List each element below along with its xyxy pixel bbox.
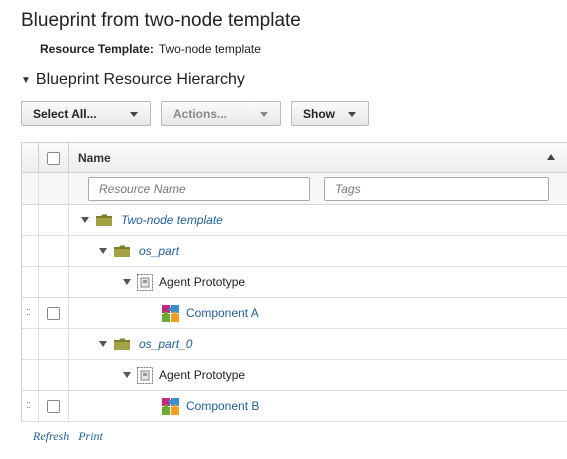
tree-item: Two-node template [81, 205, 223, 235]
check-cell [39, 360, 69, 390]
table-row[interactable]: os_part_0 [22, 329, 567, 360]
drag-handle-icon[interactable]: :: [26, 307, 31, 318]
check-cell [39, 205, 69, 235]
table-row[interactable]: os_part [22, 236, 567, 267]
drag-handle-icon[interactable]: :: [26, 400, 31, 411]
table-row[interactable]: :: Component B [22, 391, 567, 422]
expand-triangle-icon[interactable] [99, 341, 107, 347]
tree-item: Agent Prototype [123, 360, 245, 390]
collapse-triangle-icon: ▼ [21, 74, 31, 86]
drag-cell [22, 329, 39, 359]
tree-item: Component A [161, 298, 259, 328]
drag-cell [22, 205, 39, 235]
header-drag-cell [22, 143, 39, 172]
show-label: Show [303, 106, 335, 121]
check-cell [39, 236, 69, 266]
row-checkbox[interactable] [47, 307, 60, 320]
component-icon [162, 397, 179, 415]
filter-cell [69, 173, 567, 204]
filter-drag-cell [22, 173, 39, 204]
drag-cell: :: [22, 391, 39, 421]
section-title: Blueprint Resource Hierarchy [35, 71, 245, 88]
folder-icon [96, 214, 112, 226]
row-checkbox[interactable] [47, 400, 60, 413]
tree-item: os_part [99, 236, 179, 266]
grid-filter-row [22, 173, 567, 205]
tree-item: Component B [161, 391, 259, 421]
name-cell: Two-node template [69, 205, 567, 235]
tree-item: Agent Prototype [123, 267, 245, 297]
grid-footer: Refresh Print [33, 429, 112, 444]
tree-item-label[interactable]: Component A [186, 306, 259, 320]
chevron-down-icon [260, 112, 268, 117]
tree-item-label: Agent Prototype [159, 368, 246, 382]
table-row[interactable]: Agent Prototype [22, 267, 567, 298]
agent-prototype-icon [137, 273, 153, 291]
component-icon [162, 304, 179, 322]
grid-header: Name [22, 143, 567, 173]
check-cell [39, 391, 69, 421]
sort-ascending-icon[interactable] [547, 154, 555, 160]
drag-cell [22, 267, 39, 297]
table-row[interactable]: Agent Prototype [22, 360, 567, 391]
tree-item-label[interactable]: Two-node template [121, 213, 223, 227]
tree-item: os_part_0 [99, 329, 192, 359]
check-cell [39, 329, 69, 359]
expand-triangle-icon[interactable] [123, 372, 131, 378]
select-all-label: Select All... [33, 106, 97, 121]
chevron-down-icon [130, 112, 138, 117]
name-header-label: Name [78, 151, 111, 165]
chevron-down-icon [348, 112, 356, 117]
expand-triangle-icon[interactable] [81, 217, 89, 223]
tree-item-label[interactable]: os_part_0 [139, 337, 192, 351]
tags-filter-input[interactable] [324, 177, 549, 201]
name-cell: os_part_0 [69, 329, 567, 359]
name-cell: os_part [69, 236, 567, 266]
resource-name-filter-input[interactable] [88, 177, 310, 201]
name-cell: Component B [69, 391, 567, 421]
table-row[interactable]: Two-node template [22, 205, 567, 236]
header-check-cell [39, 143, 69, 172]
select-all-button[interactable]: Select All... [21, 101, 151, 126]
drag-cell [22, 236, 39, 266]
resource-grid: Name Two-node template [21, 142, 567, 422]
tree-item-label[interactable]: os_part [139, 244, 179, 258]
expand-triangle-icon[interactable] [99, 248, 107, 254]
section-hierarchy-toggle[interactable]: ▼ Blueprint Resource Hierarchy [21, 71, 245, 89]
drag-cell [22, 360, 39, 390]
tree-item-label: Agent Prototype [159, 275, 246, 289]
filter-check-cell [39, 173, 69, 204]
check-cell [39, 298, 69, 328]
tree-item-label[interactable]: Component B [186, 399, 259, 413]
actions-button[interactable]: Actions... [161, 101, 281, 126]
name-cell: Component A [69, 298, 567, 328]
select-all-checkbox[interactable] [47, 152, 60, 165]
table-row[interactable]: :: Component A [22, 298, 567, 329]
refresh-link[interactable]: Refresh [33, 429, 69, 443]
name-cell: Agent Prototype [69, 360, 567, 390]
folder-icon [114, 245, 130, 257]
check-cell [39, 267, 69, 297]
resource-template-info: Resource Template: Two-node template [40, 42, 261, 56]
name-column-header[interactable]: Name [69, 143, 567, 172]
print-link[interactable]: Print [78, 429, 103, 443]
drag-cell: :: [22, 298, 39, 328]
actions-label: Actions... [173, 106, 228, 121]
page-title: Blueprint from two-node template [21, 10, 301, 31]
name-cell: Agent Prototype [69, 267, 567, 297]
expand-triangle-icon[interactable] [123, 279, 131, 285]
agent-prototype-icon [137, 366, 153, 384]
resource-template-label: Resource Template: [40, 42, 154, 56]
resource-template-value: Two-node template [158, 42, 261, 56]
show-button[interactable]: Show [291, 101, 369, 126]
folder-icon [114, 338, 130, 350]
